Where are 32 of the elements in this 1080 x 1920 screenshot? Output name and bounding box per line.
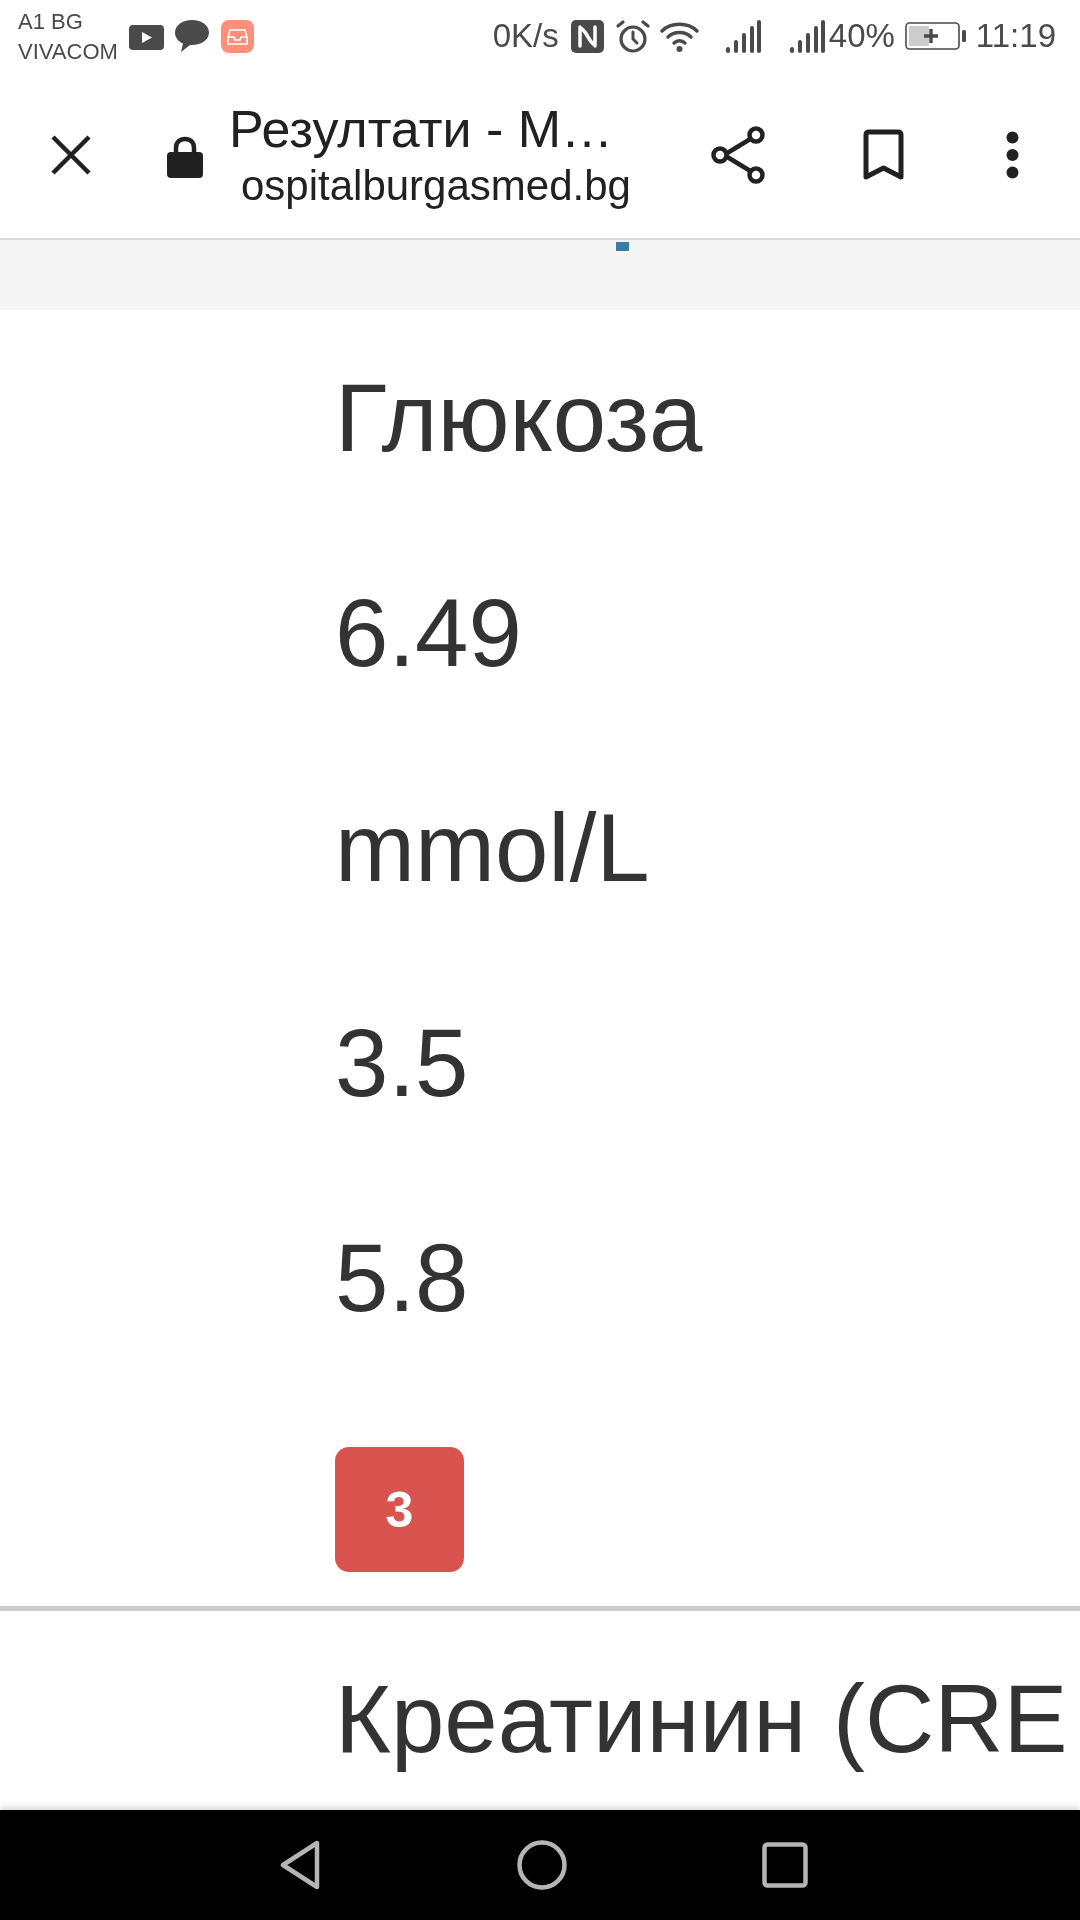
home-icon: [517, 1840, 567, 1890]
status-badge: 3: [335, 1447, 464, 1572]
carrier-name: VIVACOM: [18, 38, 118, 66]
page-title: Резултати - М…: [229, 99, 614, 160]
close-icon: [50, 134, 92, 176]
network-speed: 0K/s: [492, 17, 559, 55]
table-cell-text: mmol/L: [335, 792, 650, 903]
inbox-tray-icon: [221, 19, 254, 53]
clock-time: 11:19: [975, 17, 1056, 55]
battery-percent: 40%: [828, 17, 895, 55]
table-cell-text: 3.5: [335, 1007, 469, 1118]
table-cell-text: Глюкоза: [335, 362, 703, 473]
table-cell-text: 5.8: [335, 1222, 469, 1333]
page-url: ospitalburgasmed.bg: [241, 161, 631, 211]
signal-icon: [789, 19, 825, 53]
wifi-icon: [659, 20, 699, 52]
play-icon: [129, 24, 164, 50]
alarm-clock-icon: [615, 19, 650, 53]
battery-icon: [904, 22, 966, 50]
recents-icon: [762, 1842, 808, 1888]
share-icon: [711, 126, 765, 184]
table-cell-text: Креатинин (CRE: [335, 1663, 1068, 1774]
chat-bubble-icon: [175, 20, 209, 52]
lock-icon: [167, 136, 203, 178]
carrier-name: A1 BG: [18, 8, 83, 36]
signal-icon: [725, 19, 761, 53]
more-icon: [1006, 131, 1019, 179]
bookmark-icon: [862, 129, 905, 181]
table-cell-text: 6.49: [335, 577, 522, 688]
square-marker-icon: [616, 242, 629, 251]
back-icon: [279, 1840, 321, 1890]
nfc-icon: [570, 19, 604, 53]
